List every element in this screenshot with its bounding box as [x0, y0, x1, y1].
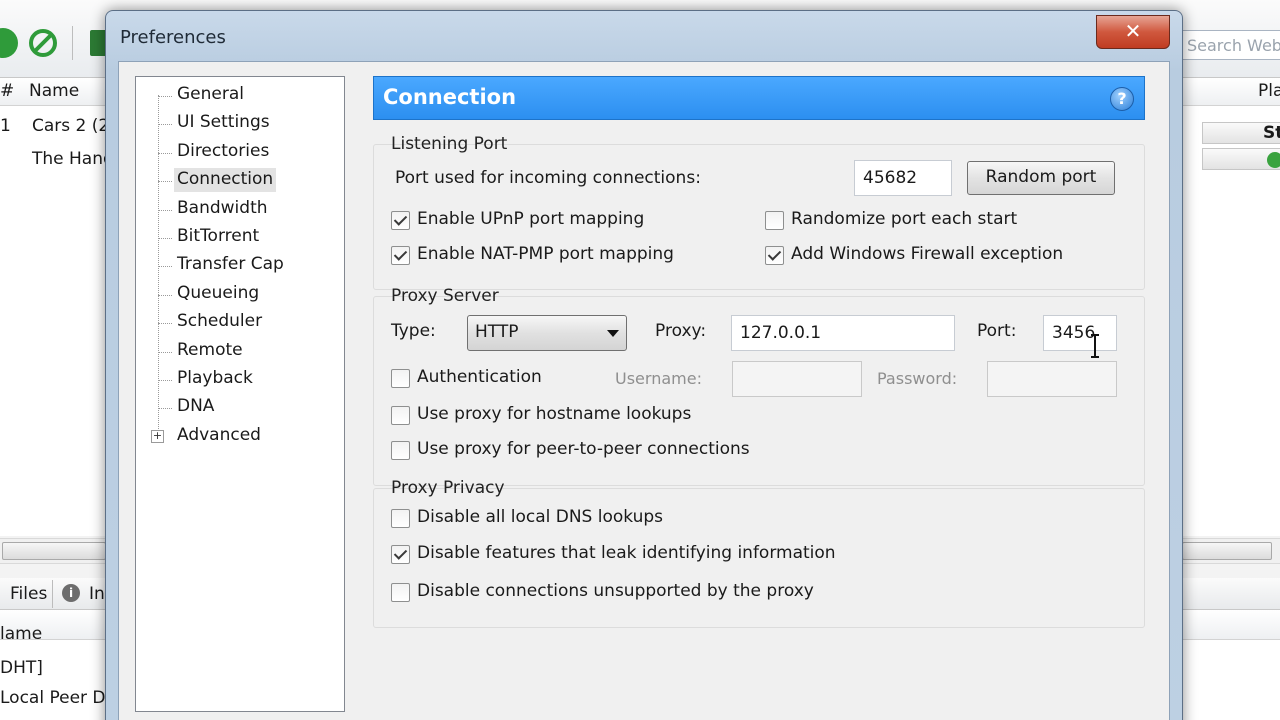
row-num: 1 — [0, 116, 11, 136]
disable-unsupported-label: Disable connections unsupported by the p… — [417, 581, 814, 601]
natpmp-label: Enable NAT-PMP port mapping — [417, 244, 674, 264]
disable-dns-checkbox[interactable] — [391, 509, 410, 528]
scroll-thumb-right[interactable] — [1182, 542, 1272, 560]
peer-to-peer-label: Use proxy for peer-to-peer connections — [417, 439, 750, 459]
expand-icon[interactable]: + — [151, 430, 164, 443]
proxy-address-input[interactable]: 127.0.0.1 — [731, 315, 955, 351]
username-label: Username: — [615, 369, 702, 388]
listening-port-label: Listening Port — [391, 134, 508, 154]
tree-item-playback[interactable]: Playback — [174, 367, 256, 391]
column-num[interactable]: # — [0, 81, 14, 101]
disable-leak-checkbox[interactable] — [391, 545, 410, 564]
text-cursor-icon — [1091, 334, 1099, 358]
proxy-type-select[interactable]: HTTP — [467, 315, 627, 351]
add-link-icon[interactable] — [28, 28, 58, 58]
upnp-label: Enable UPnP port mapping — [417, 209, 645, 229]
firewall-label: Add Windows Firewall exception — [791, 244, 1064, 264]
window-client: General UI Settings Directories Connecti… — [118, 61, 1170, 720]
tree-item-remote[interactable]: Remote — [174, 339, 246, 363]
tree-item-directories[interactable]: Directories — [174, 140, 272, 164]
tree-item-bittorrent[interactable]: BitTorrent — [174, 225, 262, 249]
play-button[interactable] — [1202, 148, 1280, 170]
upnp-checkbox[interactable] — [391, 211, 410, 230]
connection-panel: Connection ? Listening Port Port used fo… — [373, 76, 1145, 712]
list-item[interactable]: DHT] — [0, 658, 43, 678]
proxy-type-value: HTTP — [475, 322, 519, 342]
proxy-label: Proxy: — [655, 321, 707, 341]
help-icon[interactable]: ? — [1110, 87, 1134, 111]
disable-leak-label: Disable features that leak identifying i… — [417, 543, 836, 563]
tree-lines — [158, 95, 159, 435]
randomize-port-checkbox[interactable] — [765, 211, 784, 230]
list-item[interactable]: Local Peer Dis — [0, 688, 119, 708]
authentication-label: Authentication — [417, 367, 542, 387]
tree-item-scheduler[interactable]: Scheduler — [174, 310, 265, 334]
panel-header: Connection ? — [373, 76, 1145, 120]
tree-item-transfer-cap[interactable]: Transfer Cap — [174, 253, 287, 277]
tree-item-general[interactable]: General — [174, 83, 247, 107]
search-input[interactable]: Search Web — [1178, 30, 1280, 60]
tab-separator — [52, 580, 53, 608]
tree-item-connection[interactable]: Connection — [174, 168, 277, 192]
panel-title: Connection — [383, 85, 517, 109]
password-label: Password: — [877, 369, 958, 388]
status-button[interactable]: St — [1202, 122, 1280, 144]
column-play[interactable]: Pla — [1258, 81, 1280, 101]
add-torrent-icon[interactable] — [0, 28, 18, 58]
tree-item-bandwidth[interactable]: Bandwidth — [174, 197, 271, 221]
natpmp-checkbox[interactable] — [391, 246, 410, 265]
toolbar-separator — [72, 26, 73, 60]
disable-unsupported-checkbox[interactable] — [391, 583, 410, 602]
scroll-thumb-left[interactable] — [2, 542, 106, 560]
row-name: The Hang — [32, 149, 114, 169]
authentication-checkbox[interactable] — [391, 369, 410, 388]
column-name[interactable]: lame — [0, 624, 42, 644]
preferences-window: Preferences ✕ General UI Settings Direct… — [105, 10, 1183, 720]
tree-item-queueing[interactable]: Queueing — [174, 282, 262, 306]
play-icon — [1267, 152, 1280, 168]
tree-item-ui-settings[interactable]: UI Settings — [174, 111, 273, 135]
chevron-down-icon — [607, 330, 619, 337]
random-port-button[interactable]: Random port — [967, 161, 1115, 195]
tree-item-advanced[interactable]: Advanced — [174, 424, 264, 448]
tab-info[interactable]: In — [89, 584, 105, 604]
close-button[interactable]: ✕ — [1096, 15, 1170, 49]
proxy-port-label: Port: — [977, 321, 1017, 341]
firewall-checkbox[interactable] — [765, 246, 784, 265]
info-icon: i — [62, 584, 80, 602]
username-input[interactable] — [732, 361, 862, 397]
settings-tree: General UI Settings Directories Connecti… — [135, 76, 345, 712]
hostname-lookups-label: Use proxy for hostname lookups — [417, 404, 692, 424]
type-label: Type: — [391, 321, 436, 341]
window-title: Preferences — [120, 27, 226, 48]
proxy-server-label: Proxy Server — [391, 286, 499, 306]
disable-dns-label: Disable all local DNS lookups — [417, 507, 664, 527]
listening-port-input[interactable]: 45682 — [854, 160, 952, 196]
randomize-port-label: Randomize port each start — [791, 209, 1018, 229]
proxy-port-input[interactable]: 3456 — [1043, 315, 1117, 351]
column-name[interactable]: Name — [29, 81, 79, 101]
hostname-lookups-checkbox[interactable] — [391, 406, 410, 425]
proxy-privacy-label: Proxy Privacy — [391, 478, 505, 498]
tree-item-dna[interactable]: DNA — [174, 395, 217, 419]
port-label: Port used for incoming connections: — [395, 168, 701, 188]
peer-to-peer-checkbox[interactable] — [391, 441, 410, 460]
password-input[interactable] — [987, 361, 1117, 397]
tab-files[interactable]: Files — [10, 584, 47, 604]
